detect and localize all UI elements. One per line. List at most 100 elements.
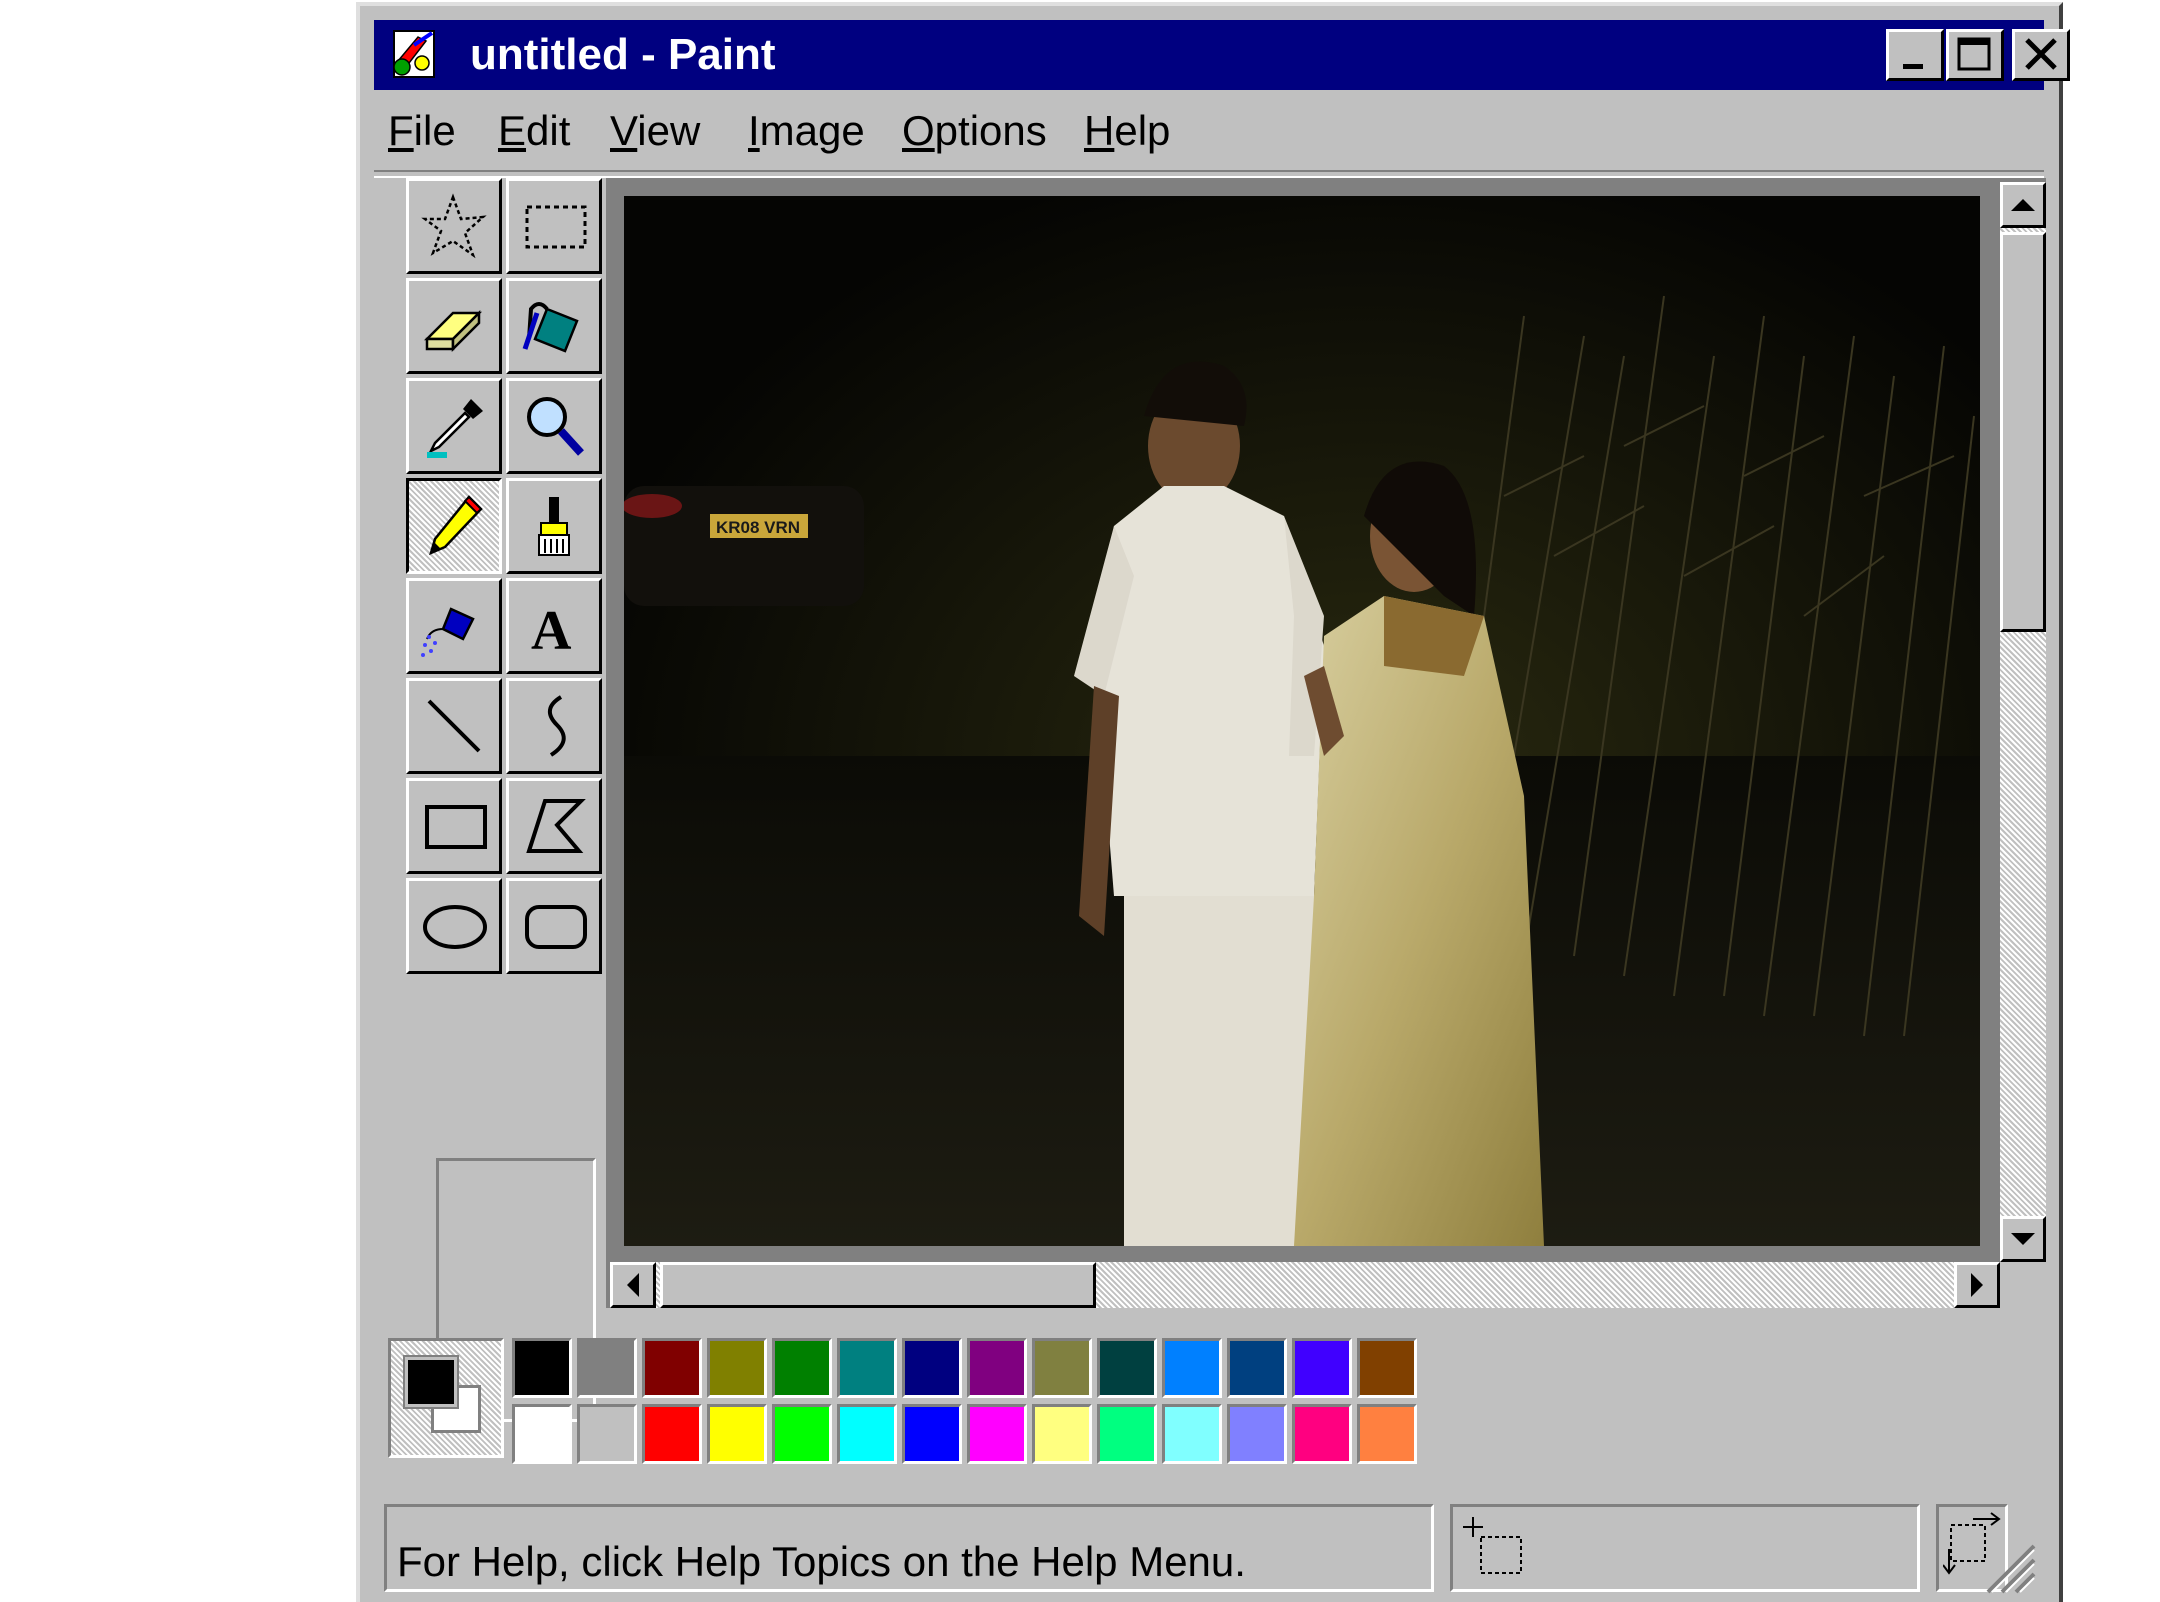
palette-swatch[interactable] xyxy=(837,1404,897,1464)
paint-bucket-icon xyxy=(522,302,579,353)
polygon-icon xyxy=(526,799,586,853)
palette-swatch[interactable] xyxy=(1162,1404,1222,1464)
line-icon xyxy=(427,699,481,753)
minimize-icon xyxy=(1903,64,1923,69)
palette-swatch[interactable] xyxy=(1032,1338,1092,1398)
canvas-viewport[interactable]: KR08 VRN xyxy=(610,182,2000,1262)
palette-swatch[interactable] xyxy=(1162,1338,1222,1398)
palette-swatch[interactable] xyxy=(902,1338,962,1398)
curve-icon xyxy=(548,695,566,757)
palette-swatch[interactable] xyxy=(512,1404,572,1464)
tool-magnifier[interactable] xyxy=(506,378,602,474)
palette-swatch[interactable] xyxy=(1292,1338,1352,1398)
close-icon xyxy=(2025,38,2057,70)
window-title: untitled - Paint xyxy=(470,30,776,79)
eraser-icon xyxy=(423,309,483,353)
arrow-down-icon xyxy=(2011,1233,2035,1245)
palette-swatch[interactable] xyxy=(1227,1404,1287,1464)
palette-swatch[interactable] xyxy=(967,1404,1027,1464)
text-tool-glyph: A xyxy=(531,600,572,662)
maximize-button[interactable] xyxy=(1946,29,2004,81)
menu-image-label: Image xyxy=(748,107,865,154)
menu-edit-label: Edit xyxy=(498,107,571,154)
tool-line[interactable] xyxy=(406,678,502,774)
cursor-position-icon xyxy=(1463,1517,1522,1574)
text-icon: A xyxy=(531,600,572,662)
tool-eraser[interactable] xyxy=(406,278,502,374)
palette-swatch[interactable] xyxy=(642,1404,702,1464)
scroll-right-button[interactable] xyxy=(1954,1262,2000,1308)
color-box xyxy=(374,1324,2044,1474)
palette-swatch[interactable] xyxy=(772,1404,832,1464)
scroll-up-button[interactable] xyxy=(2000,182,2046,228)
toolbox: A xyxy=(388,174,602,1422)
arrow-left-icon xyxy=(627,1273,639,1297)
palette-swatch[interactable] xyxy=(1292,1404,1352,1464)
tool-fill-with-color[interactable] xyxy=(506,278,602,374)
tool-airbrush[interactable] xyxy=(406,578,502,674)
palette-swatch[interactable] xyxy=(1227,1338,1287,1398)
palette-swatch[interactable] xyxy=(837,1338,897,1398)
vertical-scroll-thumb[interactable] xyxy=(2000,232,2046,632)
palette-swatch[interactable] xyxy=(902,1404,962,1464)
scrollbar-corner xyxy=(2000,1262,2046,1308)
status-help-panel: For Help, click Help Topics on the Help … xyxy=(384,1504,1434,1592)
palette-swatch[interactable] xyxy=(577,1404,637,1464)
tool-rounded-rectangle[interactable] xyxy=(506,878,602,974)
close-button[interactable] xyxy=(2012,29,2070,81)
scroll-down-button[interactable] xyxy=(2000,1216,2046,1262)
arrow-up-icon xyxy=(2011,199,2035,211)
minimize-button[interactable] xyxy=(1886,29,1944,81)
tool-ellipse[interactable] xyxy=(406,878,502,974)
menu-options[interactable]: Options xyxy=(902,106,1047,156)
vertical-scrollbar[interactable] xyxy=(2000,182,2046,1262)
tool-brush[interactable] xyxy=(506,478,602,574)
magnifier-icon xyxy=(527,397,584,456)
current-colors[interactable] xyxy=(388,1338,504,1458)
tool-pick-color[interactable] xyxy=(406,378,502,474)
menu-help[interactable]: Help xyxy=(1084,106,1170,156)
palette-swatch[interactable] xyxy=(967,1338,1027,1398)
menu-view[interactable]: View xyxy=(610,106,700,156)
tool-text[interactable]: A xyxy=(506,578,602,674)
rectangle-select-icon xyxy=(525,205,587,249)
palette-swatch[interactable] xyxy=(1357,1404,1417,1464)
license-plate-text: KR08 VRN xyxy=(716,518,800,537)
paint-window: untitled - Paint File Edit View Image Op… xyxy=(356,2,2070,1602)
tool-polygon[interactable] xyxy=(506,778,602,874)
status-position-panel xyxy=(1450,1504,1920,1592)
paint-app-icon[interactable] xyxy=(388,27,442,83)
tool-curve[interactable] xyxy=(506,678,602,774)
palette-swatch[interactable] xyxy=(577,1338,637,1398)
menu-help-label: Help xyxy=(1084,107,1171,154)
menu-bar: File Edit View Image Options Help xyxy=(374,100,2044,160)
tool-free-form-select[interactable] xyxy=(406,178,502,274)
palette-swatch[interactable] xyxy=(707,1404,767,1464)
menu-edit[interactable]: Edit xyxy=(498,106,570,156)
foreground-color-swatch xyxy=(403,1355,459,1409)
tool-pencil[interactable] xyxy=(406,478,502,574)
canvas-image[interactable]: KR08 VRN xyxy=(624,196,1980,1246)
menu-file[interactable]: File xyxy=(388,106,456,156)
canvas-frame: KR08 VRN xyxy=(606,178,2046,1308)
scroll-left-button[interactable] xyxy=(610,1262,656,1308)
palette-swatch[interactable] xyxy=(512,1338,572,1398)
airbrush-icon xyxy=(421,607,475,657)
status-bar: For Help, click Help Topics on the Help … xyxy=(374,1490,2044,1600)
resize-grip-icon[interactable] xyxy=(1978,1536,2038,1596)
palette-swatch[interactable] xyxy=(707,1338,767,1398)
menu-image[interactable]: Image xyxy=(748,106,865,156)
tool-select[interactable] xyxy=(506,178,602,274)
palette-swatch[interactable] xyxy=(642,1338,702,1398)
horizontal-scrollbar[interactable] xyxy=(610,1262,2000,1308)
rounded-rectangle-icon xyxy=(525,905,587,949)
tool-rectangle[interactable] xyxy=(406,778,502,874)
palette-swatch[interactable] xyxy=(1357,1338,1417,1398)
title-bar[interactable]: untitled - Paint xyxy=(374,20,2070,90)
palette-swatch[interactable] xyxy=(1097,1404,1157,1464)
maximize-icon xyxy=(1957,37,1991,71)
palette-swatch[interactable] xyxy=(1097,1338,1157,1398)
palette-swatch[interactable] xyxy=(772,1338,832,1398)
palette-swatch[interactable] xyxy=(1032,1404,1092,1464)
horizontal-scroll-thumb[interactable] xyxy=(660,1262,1096,1308)
